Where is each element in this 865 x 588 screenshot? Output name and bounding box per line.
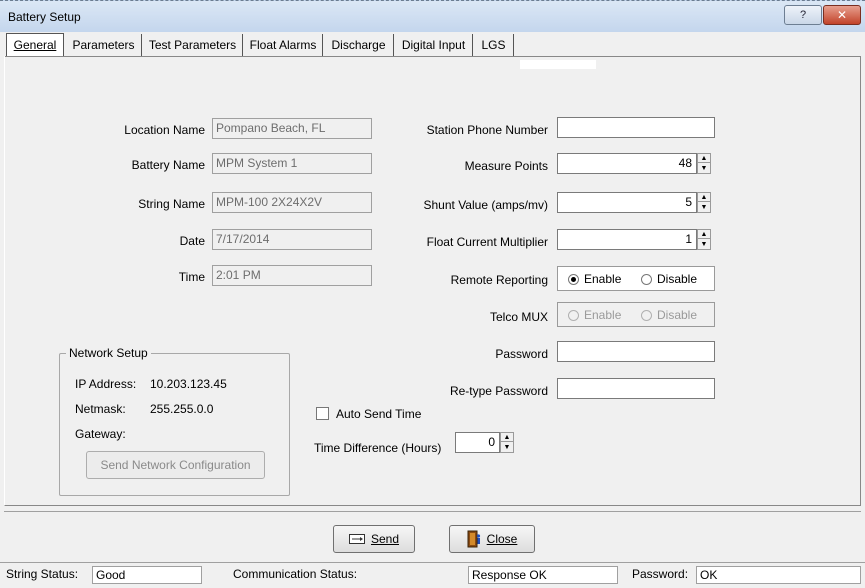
tab-lgs[interactable]: LGS xyxy=(474,34,514,56)
button-separator xyxy=(4,511,861,512)
ip-address-value: 10.203.123.45 xyxy=(150,377,227,391)
remote-reporting-label: Remote Reporting xyxy=(450,273,548,287)
battery-name-label: Battery Name xyxy=(131,158,205,172)
tab-discharge[interactable]: Discharge xyxy=(324,34,394,56)
window-close-button[interactable]: ✕ xyxy=(823,5,861,25)
string-status-value: Good xyxy=(92,566,202,584)
telco-mux-label: Telco MUX xyxy=(489,310,548,324)
password-status-value: OK xyxy=(696,566,861,584)
send-network-config-button[interactable]: Send Network Configuration xyxy=(86,451,265,479)
date-field[interactable]: 7/17/2014 xyxy=(212,229,372,250)
remote-enable-radio[interactable]: Enable xyxy=(568,272,621,286)
float-multiplier-spinner[interactable]: ▲ ▼ xyxy=(697,229,711,250)
time-field[interactable]: 2:01 PM xyxy=(212,265,372,286)
string-status-label: String Status: xyxy=(6,567,79,581)
shunt-value-spinner[interactable]: ▲ ▼ xyxy=(697,192,711,213)
title-bar[interactable]: Battery Setup ? ✕ xyxy=(0,0,865,32)
float-multiplier-label: Float Current Multiplier xyxy=(426,235,548,249)
close-button[interactable]: Close xyxy=(449,525,535,553)
tab-digital-input[interactable]: Digital Input xyxy=(395,34,473,56)
tab-parameters[interactable]: Parameters xyxy=(66,34,142,56)
time-difference-spinner[interactable]: ▲ ▼ xyxy=(500,432,514,453)
tab-float-alarms[interactable]: Float Alarms xyxy=(244,34,323,56)
measure-points-spinner[interactable]: ▲ ▼ xyxy=(697,153,711,174)
send-button[interactable]: Send xyxy=(333,525,415,553)
password-label: Password xyxy=(495,347,548,361)
time-label: Time xyxy=(178,270,205,284)
location-name-label: Location Name xyxy=(124,123,205,137)
retype-password-field[interactable] xyxy=(557,378,715,399)
retype-password-label: Re-type Password xyxy=(449,384,548,398)
send-icon xyxy=(348,534,365,544)
ip-address-label: IP Address: xyxy=(75,377,137,391)
radio-unselected-icon xyxy=(568,309,579,321)
shunt-value-label: Shunt Value (amps/mv) xyxy=(423,198,549,212)
spin-down-icon[interactable]: ▼ xyxy=(698,164,710,173)
radio-selected-icon xyxy=(568,273,579,285)
password-field[interactable] xyxy=(557,341,715,362)
auto-send-time-checkbox[interactable] xyxy=(316,407,329,420)
float-multiplier-input[interactable]: 1 xyxy=(557,229,697,250)
spin-up-icon[interactable]: ▲ xyxy=(698,154,710,163)
radio-unselected-icon xyxy=(641,309,652,321)
door-exit-icon xyxy=(467,530,480,548)
spin-up-icon[interactable]: ▲ xyxy=(698,193,710,202)
battery-setup-window: Battery Setup ? ✕ General Parameters Tes… xyxy=(0,0,865,588)
measure-points-label: Measure Points xyxy=(464,159,548,173)
auto-send-time-label: Auto Send Time xyxy=(336,407,422,421)
netmask-label: Netmask: xyxy=(75,402,126,416)
comm-status-value: Response OK xyxy=(468,566,618,584)
spin-down-icon[interactable]: ▼ xyxy=(698,203,710,212)
gateway-label: Gateway: xyxy=(75,427,126,441)
location-name-field[interactable]: Pompano Beach, FL xyxy=(212,118,372,139)
spin-up-icon[interactable]: ▲ xyxy=(698,230,710,239)
tab-general[interactable]: General xyxy=(6,33,64,57)
help-icon: ? xyxy=(799,9,807,21)
remote-reporting-group: Enable Disable xyxy=(557,266,715,291)
spin-down-icon[interactable]: ▼ xyxy=(501,443,513,452)
telco-mux-group: Enable Disable xyxy=(557,302,715,327)
telco-disable-radio: Disable xyxy=(641,308,697,322)
measure-points-input[interactable]: 48 xyxy=(557,153,697,174)
comm-status-label: Communication Status: xyxy=(233,567,358,581)
close-icon: ✕ xyxy=(836,8,848,22)
time-difference-label: Time Difference (Hours) xyxy=(314,441,442,455)
tab-test-parameters[interactable]: Test Parameters xyxy=(143,34,243,56)
station-phone-label: Station Phone Number xyxy=(426,123,548,137)
remote-disable-radio[interactable]: Disable xyxy=(641,272,697,286)
station-phone-field[interactable] xyxy=(557,117,715,138)
netmask-value: 255.255.0.0 xyxy=(150,402,214,416)
network-setup-legend: Network Setup xyxy=(66,346,151,360)
help-button[interactable]: ? xyxy=(784,5,822,25)
string-name-label: String Name xyxy=(138,197,205,211)
date-label: Date xyxy=(179,234,205,248)
window-title: Battery Setup xyxy=(8,10,81,24)
battery-name-field[interactable]: MPM System 1 xyxy=(212,153,372,174)
string-name-field[interactable]: MPM-100 2X24X2V xyxy=(212,192,372,213)
spin-down-icon[interactable]: ▼ xyxy=(698,240,710,249)
shunt-value-input[interactable]: 5 xyxy=(557,192,697,213)
password-status-label: Password: xyxy=(632,567,689,581)
tab-strip-filler xyxy=(520,60,596,69)
status-bar: String Status: Good Communication Status… xyxy=(0,562,865,588)
telco-enable-radio: Enable xyxy=(568,308,621,322)
time-difference-input[interactable]: 0 xyxy=(455,432,500,453)
spin-up-icon[interactable]: ▲ xyxy=(501,433,513,442)
radio-unselected-icon xyxy=(641,273,652,285)
